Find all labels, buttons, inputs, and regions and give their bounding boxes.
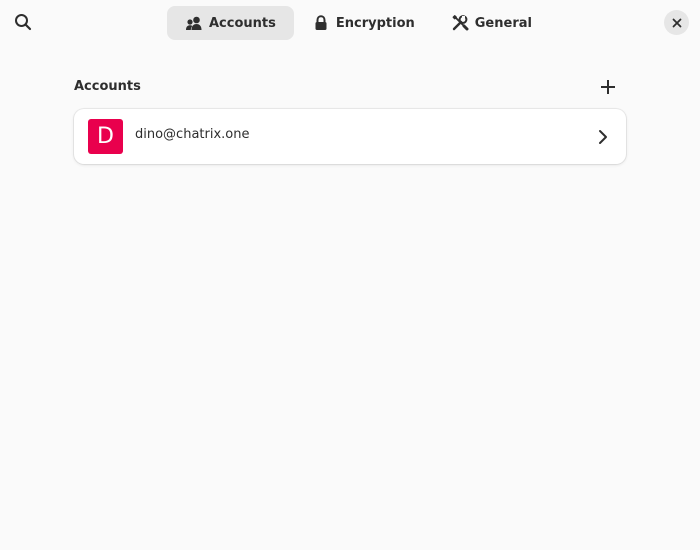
- tab-accounts-label: Accounts: [209, 15, 276, 31]
- tab-general-label: General: [474, 15, 532, 31]
- search-icon: [15, 14, 32, 31]
- wrench-screwdriver-icon: [451, 14, 469, 32]
- accounts-section-title: Accounts: [74, 79, 141, 94]
- account-row[interactable]: D dino@chatrix.one: [74, 109, 626, 164]
- close-button[interactable]: [664, 10, 689, 35]
- header-bar: Accounts Encryption General: [0, 0, 700, 46]
- avatar-letter: D: [97, 124, 114, 149]
- tab-accounts[interactable]: Accounts: [167, 6, 294, 40]
- account-address: dino@chatrix.one: [135, 127, 250, 142]
- chevron-right-icon: [593, 127, 613, 147]
- tab-encryption-label: Encryption: [335, 15, 415, 31]
- people-icon: [185, 14, 203, 32]
- close-icon: [672, 18, 681, 27]
- avatar: D: [88, 119, 123, 154]
- lock-icon: [312, 14, 330, 32]
- accounts-list: D dino@chatrix.one: [74, 109, 626, 164]
- search-button[interactable]: [8, 7, 38, 37]
- tab-general[interactable]: General: [433, 6, 550, 40]
- plus-icon: [601, 80, 615, 94]
- tab-encryption[interactable]: Encryption: [294, 6, 433, 40]
- add-account-button[interactable]: [596, 75, 620, 99]
- preferences-window: Accounts Encryption General Accounts D d…: [0, 0, 700, 550]
- view-switcher: Accounts Encryption General: [167, 6, 550, 40]
